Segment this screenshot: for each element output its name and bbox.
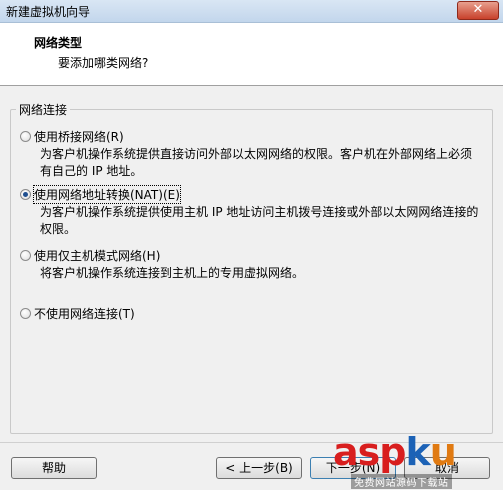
watermark-logo: aspku 免费网站源码下载站 (333, 432, 503, 490)
back-button[interactable]: < 上一步(B) (216, 457, 302, 479)
close-icon[interactable]: ✕ (457, 1, 499, 20)
wizard-header: 网络类型 要添加哪类网络? (0, 23, 503, 86)
option-no-network[interactable]: 不使用网络连接(T) (20, 305, 480, 321)
radio-nat[interactable] (20, 188, 31, 200)
watermark-brand-a: asp (333, 430, 406, 474)
page-subtitle: 要添加哪类网络? (58, 56, 149, 70)
option-nat-label[interactable]: 使用网络地址转换(NAT)(E) (33, 184, 181, 204)
option-host-only-description: 将客户机操作系统连接到主机上的专用虚拟网络。 (40, 266, 305, 280)
radio-bridged[interactable] (20, 130, 31, 142)
help-button[interactable]: 帮助 (11, 457, 97, 479)
title-bar: 新建虚拟机向导 ✕ (0, 0, 503, 23)
watermark-tagline: 免费网站源码下载站 (351, 474, 452, 489)
option-nat-description: 为客户机操作系统提供使用主机 IP 地址访问主机拨号连接或外部以太网网络连接的权… (40, 205, 479, 236)
wizard-content: 网络连接 使用桥接网络(R) 为客户机操作系统提供直接访问外部以太网网络的权限。… (0, 86, 503, 441)
watermark-brand-c: u (429, 430, 457, 474)
option-nat[interactable]: 使用网络地址转换(NAT)(E) 为客户机操作系统提供使用主机 IP 地址访问主… (20, 184, 480, 238)
window-title: 新建虚拟机向导 (6, 5, 91, 19)
option-host-only-label[interactable]: 使用仅主机模式网络(H) (34, 247, 160, 264)
option-host-only[interactable]: 使用仅主机模式网络(H) 将客户机操作系统连接到主机上的专用虚拟网络。 (20, 247, 480, 282)
watermark-brand-b: k (405, 430, 430, 474)
radio-no-network[interactable] (20, 307, 31, 319)
option-bridged[interactable]: 使用桥接网络(R) 为客户机操作系统提供直接访问外部以太网网络的权限。客户机在外… (20, 128, 480, 180)
watermark-brand: aspku (333, 430, 457, 474)
option-bridged-description: 为客户机操作系统提供直接访问外部以太网网络的权限。客户机在外部网络上必须有自己的… (40, 147, 473, 178)
page-title: 网络类型 (34, 36, 83, 50)
option-bridged-label[interactable]: 使用桥接网络(R) (34, 128, 124, 145)
group-label: 网络连接 (16, 101, 71, 118)
option-no-network-label[interactable]: 不使用网络连接(T) (34, 305, 135, 322)
radio-host-only[interactable] (20, 249, 31, 261)
